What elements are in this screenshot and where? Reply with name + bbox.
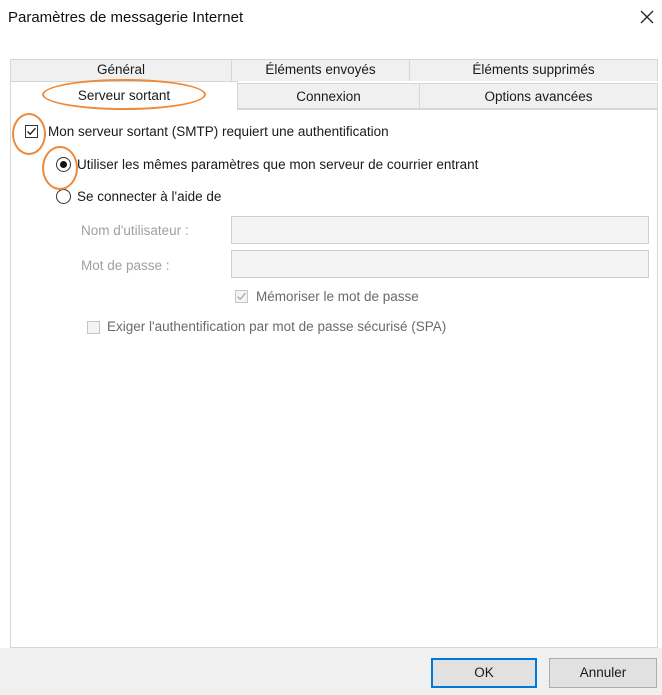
tab-outgoing-server[interactable]: Serveur sortant <box>10 81 238 110</box>
use-same-settings-label: Utiliser les mêmes paramètres que mon se… <box>77 157 479 172</box>
smtp-auth-checkbox[interactable] <box>25 125 38 138</box>
remember-password-label: Mémoriser le mot de passe <box>256 289 419 304</box>
tab-advanced-options[interactable]: Options avancées <box>420 83 658 109</box>
password-label: Mot de passe : <box>81 258 170 273</box>
connect-using-label: Se connecter à l'aide de <box>77 189 222 204</box>
tab-deleted-items[interactable]: Éléments supprimés <box>410 59 658 81</box>
tab-sent-items-label: Éléments envoyés <box>265 62 376 77</box>
close-icon[interactable] <box>634 4 660 30</box>
connect-using-radio[interactable] <box>56 189 71 204</box>
use-same-settings-radio[interactable] <box>56 157 71 172</box>
tab-connection-label: Connexion <box>296 89 361 104</box>
tab-general-label: Général <box>96 62 146 77</box>
spa-checkbox[interactable] <box>87 321 100 334</box>
ok-button[interactable]: OK <box>431 658 537 688</box>
smtp-auth-label: Mon serveur sortant (SMTP) requiert une … <box>48 124 389 139</box>
tab-connection[interactable]: Connexion <box>238 83 420 109</box>
tab-deleted-items-label: Éléments supprimés <box>472 62 595 77</box>
tab-sent-items[interactable]: Éléments envoyés <box>232 59 410 81</box>
username-field[interactable] <box>231 216 649 244</box>
remember-password-checkbox[interactable] <box>235 290 248 303</box>
tab-advanced-options-label: Options avancées <box>484 89 593 104</box>
username-label: Nom d'utilisateur : <box>81 223 189 238</box>
tab-outgoing-server-label: Serveur sortant <box>77 88 171 103</box>
tab-general[interactable]: Général <box>10 59 232 81</box>
spa-label: Exiger l'authentification par mot de pas… <box>107 319 447 334</box>
cancel-button[interactable]: Annuler <box>549 658 657 688</box>
password-field[interactable] <box>231 250 649 278</box>
window-title: Paramètres de messagerie Internet <box>8 9 244 26</box>
